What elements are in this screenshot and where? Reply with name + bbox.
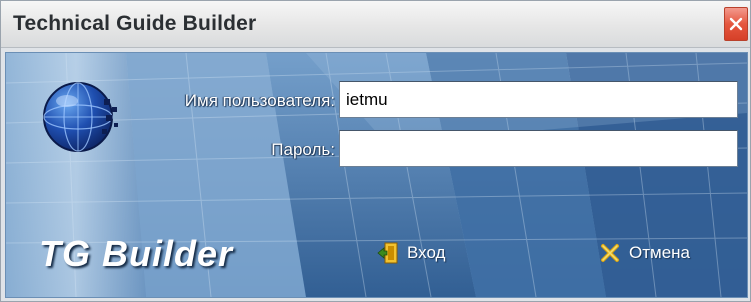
cancel-button[interactable]: Отмена bbox=[599, 236, 690, 270]
title-bar[interactable]: Technical Guide Builder bbox=[1, 1, 750, 48]
cancel-label: Отмена bbox=[629, 243, 690, 262]
close-button[interactable] bbox=[724, 7, 748, 41]
globe-icon bbox=[43, 82, 118, 152]
door-enter-icon bbox=[377, 242, 398, 264]
login-label: Вход bbox=[407, 243, 446, 262]
window-title: Technical Guide Builder bbox=[13, 12, 257, 35]
login-button[interactable]: Вход bbox=[377, 236, 445, 270]
password-input[interactable] bbox=[339, 130, 738, 167]
app-logo: TG Builder bbox=[39, 233, 234, 274]
cancel-x-icon bbox=[601, 244, 619, 262]
password-label: Пароль: bbox=[271, 140, 335, 159]
login-window: Technical Guide Builder Имя пользователя… bbox=[0, 0, 751, 302]
login-panel: Имя пользователя: Пароль: TG Builder Вхо… bbox=[5, 52, 748, 298]
username-label: Имя пользователя: bbox=[184, 91, 335, 110]
username-input[interactable] bbox=[339, 81, 738, 118]
close-icon bbox=[729, 17, 743, 31]
